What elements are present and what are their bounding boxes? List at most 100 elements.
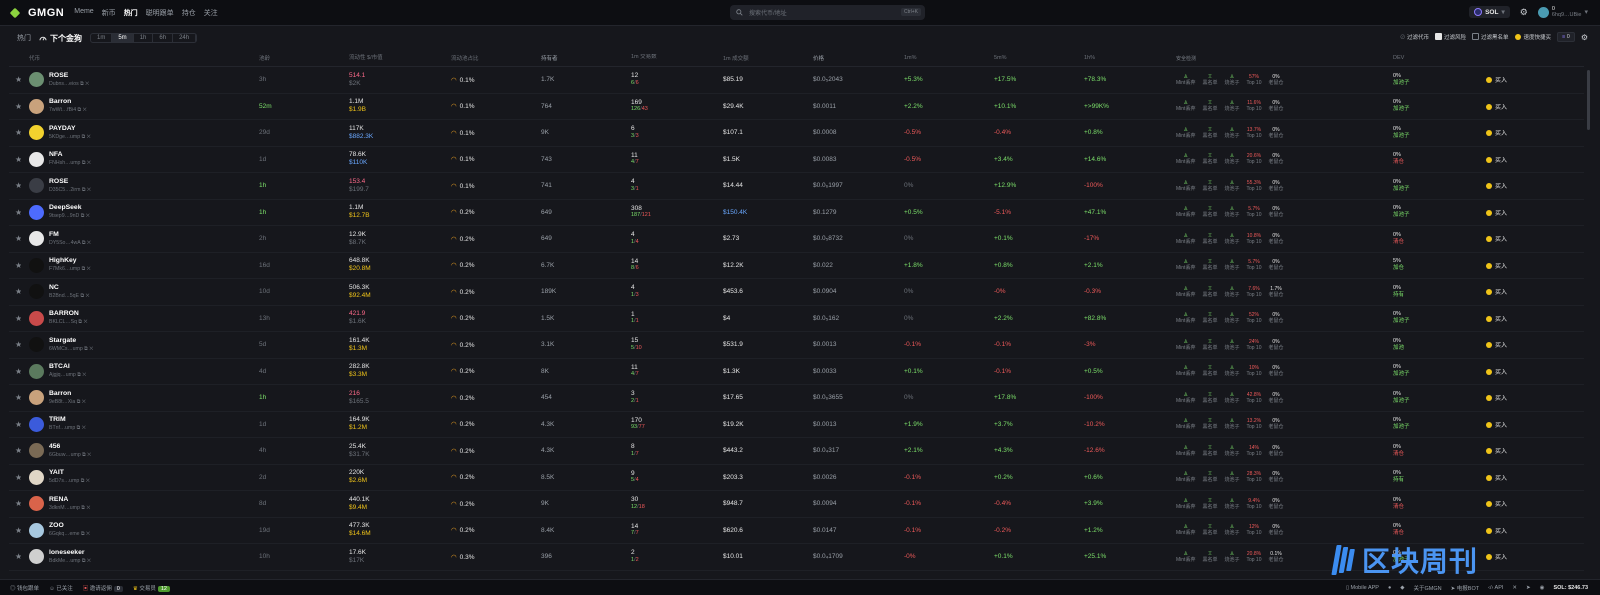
copy-icon[interactable]: ⧉ ✕	[77, 319, 87, 325]
table-row[interactable]: ★ NFA FNHsh…ump ⧉ ✕ 1d 78.6K $110K ◠ 0.1% 743 11 4…	[9, 147, 1584, 173]
column-header[interactable]: 池龄	[259, 54, 349, 62]
footer-traders[interactable]: ♛ 交易员 12	[133, 584, 170, 592]
buy-button[interactable]: 买入	[1486, 393, 1546, 402]
star-icon[interactable]: ★	[9, 420, 21, 429]
buy-button[interactable]: 买入	[1486, 526, 1546, 535]
buy-button[interactable]: 买入	[1486, 75, 1546, 84]
logo[interactable]: GMGN	[10, 7, 64, 19]
scrollbar[interactable]	[1587, 70, 1590, 130]
timeframe-tab[interactable]: 1h	[134, 34, 154, 42]
telegram-icon[interactable]: ➤	[1526, 585, 1531, 591]
column-header[interactable]: DEV	[1393, 55, 1486, 62]
token-cell[interactable]: PAYDAY 5KDge…ump ⧉ ✕	[21, 125, 259, 141]
wallet[interactable]: 0 6hq9…UBie ▾	[1537, 6, 1588, 18]
column-header[interactable]: 1m 交易数	[631, 54, 723, 62]
table-row[interactable]: ★ Barron 9eB8t…Xia ⧉ ✕ 1h 216 $165.5 ◠ 0.2% 454 3…	[9, 385, 1584, 412]
chain-selector[interactable]: SOL ▾	[1469, 6, 1510, 18]
buy-button[interactable]: 买入	[1486, 181, 1546, 190]
nav-item[interactable]: 聪明跟单	[146, 8, 174, 18]
table-row[interactable]: ★ TRIM BTnf…ump ⧉ ✕ 1d 164.9K $1.2M ◠ 0.2% 4.3K 1…	[9, 412, 1584, 438]
x-icon[interactable]: ✕	[1512, 585, 1517, 591]
copy-icon[interactable]: ⧉ ✕	[81, 452, 91, 458]
token-cell[interactable]: ZOO 6Gqkq…eme ⧉ ✕	[21, 522, 259, 538]
buy-button[interactable]: 买入	[1486, 340, 1546, 349]
page-title[interactable]: 下个金狗	[39, 33, 82, 44]
table-row[interactable]: ★ PAYDAY 5KDge…ump ⧉ ✕ 29d 117K $882.3K ◠ 0.1% 9…	[9, 120, 1584, 147]
star-icon[interactable]: ★	[9, 314, 21, 323]
token-cell[interactable]: BTCAI Ajgjq…ump ⧉ ✕	[21, 363, 259, 379]
copy-icon[interactable]: ⧉ ✕	[80, 531, 90, 537]
quick-buy-amount[interactable]: ≡ 0	[1557, 32, 1575, 42]
token-cell[interactable]: Barron 9eB8t…Xia ⧉ ✕	[21, 390, 259, 406]
star-icon[interactable]: ★	[9, 287, 21, 296]
settings-icon[interactable]: ⚙	[1520, 7, 1528, 18]
table-row[interactable]: ★ BARRON BKLCL…Sq ⧉ ✕ 13h 421.9 $1.6K ◠ 0.2% 1.5…	[9, 306, 1584, 332]
nav-item[interactable]: 关注	[204, 8, 218, 18]
footer-copytrade[interactable]: ◎ 钱包跟单	[10, 584, 39, 592]
search-box[interactable]: 搜索代币/地址 Ctrl+K	[730, 5, 925, 20]
copy-icon[interactable]: ⧉ ✕	[80, 134, 91, 140]
apple-icon[interactable]: ●	[1388, 585, 1391, 591]
timeframe-tab[interactable]: 5m	[112, 34, 134, 42]
nav-item[interactable]: Meme	[74, 8, 93, 18]
token-cell[interactable]: Barron 7wWt…fBi4 ⧉ ✕	[21, 98, 259, 114]
nav-item[interactable]: 热门	[124, 8, 138, 18]
nav-item[interactable]: 持仓	[182, 8, 196, 18]
buy-button[interactable]: 买入	[1486, 261, 1546, 270]
table-row[interactable]: ★ FM DY5So…4wA ⧉ ✕ 2h 12.9K $8.7K ◠ 0.2% 649 4 1/4…	[9, 226, 1584, 253]
footer-mobile-app[interactable]: ▯ Mobile APP	[1346, 585, 1379, 591]
buy-button[interactable]: 买入	[1486, 128, 1546, 137]
buy-button[interactable]: 买入	[1486, 208, 1546, 217]
copy-icon[interactable]: ⧉ ✕	[80, 505, 90, 511]
buy-button[interactable]: 买入	[1486, 446, 1546, 455]
filter-token[interactable]: ⊘ 过滤代币	[1400, 33, 1429, 41]
footer-following[interactable]: ☺ 已关注	[49, 584, 73, 592]
token-cell[interactable]: HighKey F7Mk6…ump ⧉ ✕	[21, 257, 259, 273]
star-icon[interactable]: ★	[9, 234, 21, 243]
table-row[interactable]: ★ Barron 7wWt…fBi4 ⧉ ✕ 52m 1.1M $1.9B ◠ 0.1% 764…	[9, 94, 1584, 120]
buy-button[interactable]: 买入	[1486, 420, 1546, 429]
star-icon[interactable]: ★	[9, 340, 21, 349]
token-cell[interactable]: loneseeker BdkMe…ump ⧉ ✕	[21, 549, 259, 565]
footer-invite[interactable]: ▣ 邀请返佣 0	[83, 584, 123, 592]
footer-about[interactable]: 关于GMGN	[1414, 584, 1442, 592]
filter-blacklist[interactable]: 过滤黑名单	[1471, 33, 1509, 41]
buy-button[interactable]: 买入	[1486, 314, 1546, 323]
copy-icon[interactable]: ⧉ ✕	[76, 107, 87, 113]
token-cell[interactable]: NC B2Bnd…5qE ⧉ ✕	[21, 284, 259, 300]
copy-icon[interactable]: ⧉ ✕	[80, 160, 91, 166]
copy-icon[interactable]: ⧉ ✕	[75, 399, 86, 405]
copy-icon[interactable]: ⧉ ✕	[76, 372, 86, 378]
table-row[interactable]: ★ RENA 3dknM…ump ⧉ ✕ 8d 440.1K $9.4M ◠ 0.2% 9K 30…	[9, 491, 1584, 518]
column-header[interactable]: 5m%	[994, 55, 1084, 61]
column-header[interactable]: 价格	[813, 54, 904, 62]
quick-buy[interactable]: 速度快捷买	[1514, 33, 1551, 41]
token-cell[interactable]: 456 6Gbuw…ump ⧉ ✕	[21, 443, 259, 459]
copy-icon[interactable]: ⧉ ✕	[83, 346, 93, 352]
filter-risk[interactable]: 过滤风险	[1434, 33, 1466, 41]
column-header[interactable]: 流动池占比	[451, 54, 541, 62]
star-icon[interactable]: ★	[9, 208, 21, 217]
timeframe-tab[interactable]: 6h	[153, 34, 174, 42]
buy-button[interactable]: 买入	[1486, 499, 1546, 508]
column-header[interactable]: 安全检测	[1176, 55, 1393, 62]
star-icon[interactable]: ★	[9, 75, 21, 84]
token-cell[interactable]: NFA FNHsh…ump ⧉ ✕	[21, 151, 259, 167]
table-row[interactable]: ★ YAIT 5dD7s…ump ⧉ ✕ 2d 220K $2.6M ◠ 0.2% 8.5K 9 5…	[9, 465, 1584, 491]
breadcrumb[interactable]: 热门	[17, 33, 31, 43]
table-row[interactable]: ★ ROSE D35C5…2irm ⧉ ✕ 1h 153.4 $199.7 ◠ 0.1% 741…	[9, 173, 1584, 200]
buy-button[interactable]: 买入	[1486, 473, 1546, 482]
star-icon[interactable]: ★	[9, 499, 21, 508]
column-header[interactable]: 代币	[21, 54, 259, 62]
timeframe-tab[interactable]: 1m	[91, 34, 113, 42]
star-icon[interactable]: ★	[9, 155, 21, 164]
star-icon[interactable]: ★	[9, 446, 21, 455]
table-row[interactable]: ★ Stargate 6WMCs…ump ⧉ ✕ 5d 161.4K $1.3M ◠ 0.2%…	[9, 332, 1584, 359]
column-header[interactable]: 1m 成交额	[723, 54, 813, 62]
table-row[interactable]: ★ ROSE Dubns…eios ⧉ ✕ 3h 514.1 $2K ◠ 0.1% 1.7K 12…	[9, 67, 1584, 94]
copy-icon[interactable]: ⧉ ✕	[80, 240, 91, 246]
star-icon[interactable]: ★	[9, 181, 21, 190]
star-icon[interactable]: ★	[9, 261, 21, 270]
star-icon[interactable]: ★	[9, 102, 21, 111]
android-icon[interactable]: ◆	[1400, 585, 1404, 591]
